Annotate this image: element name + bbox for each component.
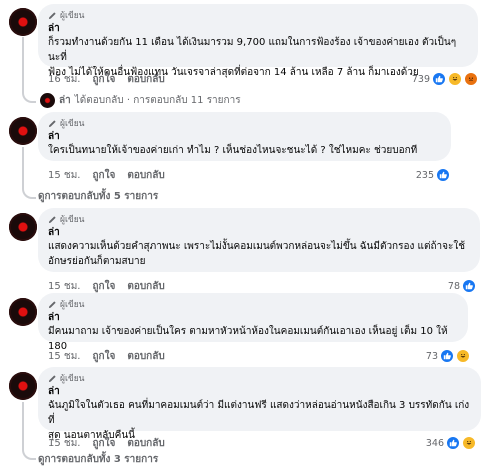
author-badge: ผู้เขียน (48, 372, 471, 384)
avatar[interactable] (9, 372, 37, 400)
commenter-name[interactable]: ล่า (48, 385, 471, 398)
reaction-summary[interactable]: 739 (412, 72, 478, 86)
reaction-count: 739 (411, 73, 430, 85)
pencil-icon (48, 374, 56, 382)
comment-bubble: ผู้เขียน ล่า แสดงความเห็นด้วยคำสุภาพนะ เ… (38, 208, 480, 272)
haha-icon (456, 349, 470, 363)
reaction-count: 346 (425, 437, 444, 449)
comment-actions: 15 ชม. ถูกใจ ตอบกลับ (48, 349, 165, 364)
reply-thread-line (22, 147, 36, 199)
reply-button[interactable]: ตอบกลับ (127, 72, 164, 87)
comment-actions: 16 ชม. ถูกใจ ตอบกลับ (48, 72, 165, 87)
like-icon (440, 349, 454, 363)
view-replies-link[interactable]: ดูการตอบกลับทั้ง 3 รายการ (38, 452, 158, 467)
timestamp[interactable]: 16 ชม. (48, 72, 80, 87)
reaction-summary[interactable]: 78 (448, 279, 476, 293)
reply-button[interactable]: ตอบกลับ (127, 349, 164, 364)
angry-icon (464, 72, 478, 86)
comment-actions: 15 ชม. ถูกใจ ตอบกลับ (48, 436, 165, 451)
comment-bubble: ผู้เขียน ล่า ก็รวมทำงานด้วยกัน 11 เดือน … (38, 4, 478, 78)
like-icon (432, 72, 446, 86)
haha-icon (462, 436, 476, 450)
avatar[interactable] (9, 298, 37, 326)
reply-button[interactable]: ตอบกลับ (127, 279, 164, 294)
reaction-summary[interactable]: 73 (426, 349, 470, 363)
pencil-icon (48, 11, 56, 19)
comment-bubble: ผู้เขียน ล่า ฉันภูมิใจในตัวเธอ คนที่มาคอ… (38, 367, 481, 441)
avatar[interactable] (9, 8, 37, 36)
reply-author-name: ล่า (59, 95, 71, 106)
reaction-summary[interactable]: 346 (426, 436, 476, 450)
view-replies-link[interactable]: ดูการตอบกลับทั้ง 5 รายการ (38, 189, 158, 204)
comment-text-line: ใครเป็นทนายให้เจ้าของค่ายเก่า ทำไม ? เห็… (48, 145, 418, 156)
pencil-icon (48, 300, 56, 308)
author-badge: ผู้เขียน (48, 9, 468, 21)
reply-thread-line (22, 37, 36, 103)
like-icon (436, 168, 450, 182)
reply-button[interactable]: ตอบกลับ (127, 436, 164, 451)
like-icon (462, 279, 476, 293)
avatar[interactable] (9, 213, 37, 241)
commenter-name[interactable]: ล่า (48, 130, 441, 143)
timestamp[interactable]: 15 ชม. (48, 349, 80, 364)
comment-text-line: ก็รวมทำงานด้วยกัน 11 เดือน ได้เงินมารวม … (48, 37, 457, 63)
like-button[interactable]: ถูกใจ (92, 72, 115, 87)
haha-icon (448, 72, 462, 86)
reply-summary-text: ได้ตอบกลับ · การตอบกลับ 11 รายการ (74, 95, 241, 106)
view-replies-link[interactable]: ล่า ได้ตอบกลับ · การตอบกลับ 11 รายการ (40, 93, 241, 108)
commenter-name[interactable]: ล่า (48, 226, 470, 239)
author-badge: ผู้เขียน (48, 298, 458, 310)
timestamp[interactable]: 15 ชม. (48, 436, 80, 451)
like-button[interactable]: ถูกใจ (92, 279, 115, 294)
like-button[interactable]: ถูกใจ (92, 168, 115, 183)
reaction-summary[interactable]: 235 (416, 168, 450, 182)
pencil-icon (48, 215, 56, 223)
like-button[interactable]: ถูกใจ (92, 349, 115, 364)
reply-thread-line (22, 402, 36, 460)
comment-bubble: ผู้เขียน ล่า มีคนมาถาม เจ้าของค่ายเป็นใค… (38, 293, 468, 352)
author-badge: ผู้เขียน (48, 117, 441, 129)
timestamp[interactable]: 15 ชม. (48, 168, 80, 183)
comment-text-line: อักษรย่อกันก็ตามสบาย (48, 256, 146, 267)
reply-avatar (40, 93, 55, 108)
commenter-name[interactable]: ล่า (48, 311, 458, 324)
comment-actions: 15 ชม. ถูกใจ ตอบกลับ (48, 168, 165, 183)
reaction-count: 73 (425, 350, 438, 362)
commenter-name[interactable]: ล่า (48, 22, 468, 35)
timestamp[interactable]: 15 ชม. (48, 279, 80, 294)
comment-bubble: ผู้เขียน ล่า ใครเป็นทนายให้เจ้าของค่ายเก… (38, 112, 451, 161)
reaction-count: 235 (415, 169, 434, 181)
author-badge: ผู้เขียน (48, 213, 470, 225)
comment-text-line: ฉันภูมิใจในตัวเธอ คนที่มาคอมเมนต์ว่า มีแ… (48, 400, 470, 426)
like-icon (446, 436, 460, 450)
pencil-icon (48, 119, 56, 127)
avatar[interactable] (9, 117, 37, 145)
reaction-count: 78 (447, 280, 460, 292)
comment-actions: 15 ชม. ถูกใจ ตอบกลับ (48, 279, 165, 294)
reply-button[interactable]: ตอบกลับ (127, 168, 164, 183)
comment-text-line: แสดงความเห็นด้วยคำสุภาพนะ เพราะไม่งั้นคอ… (48, 241, 466, 252)
like-button[interactable]: ถูกใจ (92, 436, 115, 451)
